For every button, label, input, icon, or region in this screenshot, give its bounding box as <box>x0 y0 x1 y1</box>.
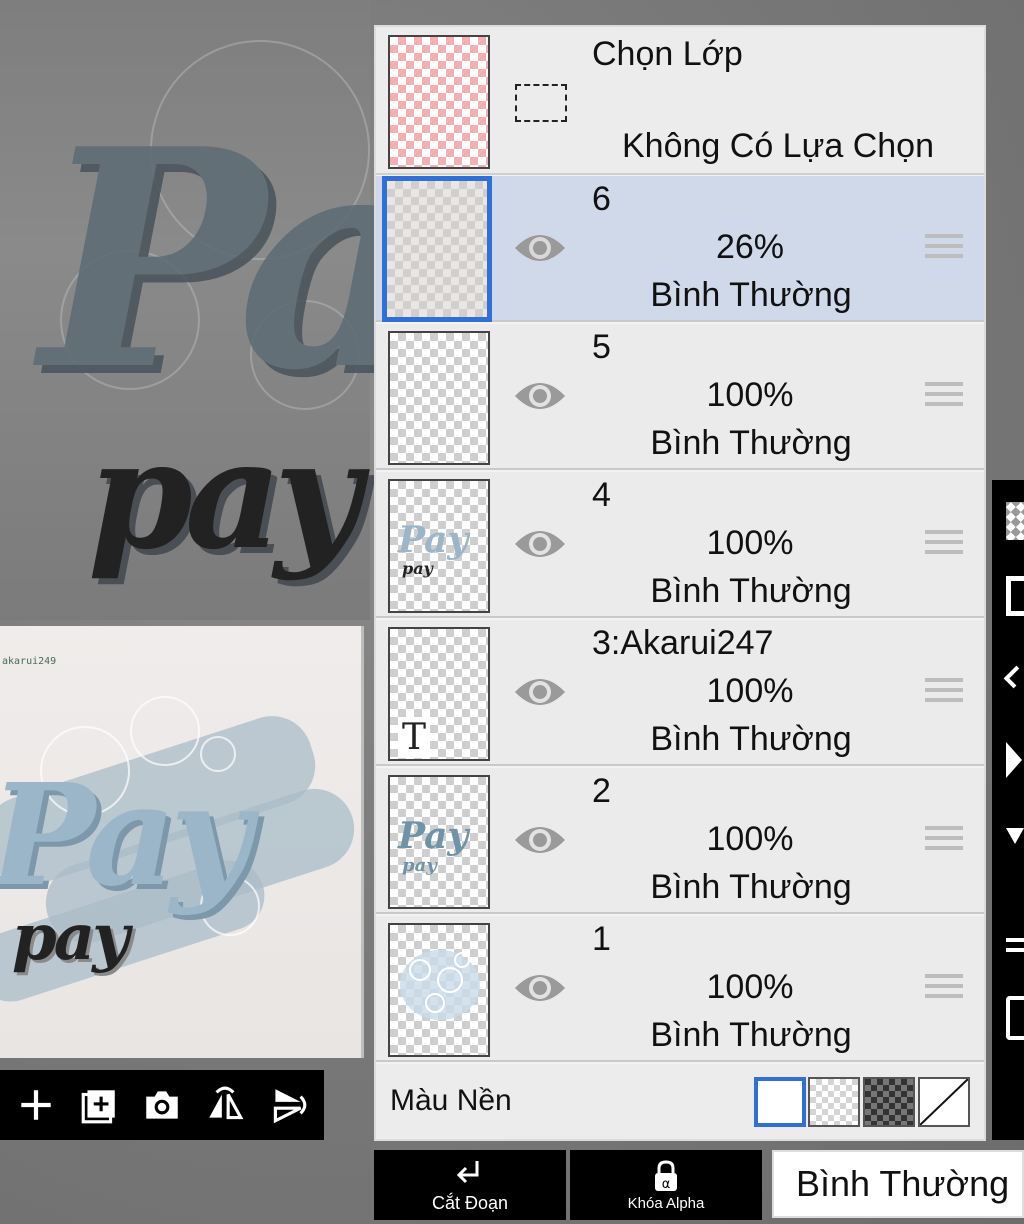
layer-blend-mode: Bình Thường <box>650 868 852 906</box>
swatch-transparent[interactable] <box>808 1077 860 1127</box>
layer-blend-mode: Bình Thường <box>650 276 852 314</box>
add-icon[interactable] <box>8 1077 64 1133</box>
swatch-white[interactable] <box>754 1077 806 1127</box>
layer-row[interactable]: T 3:Akarui247 100% Bình Thường <box>376 620 984 766</box>
eye-icon[interactable] <box>513 376 567 416</box>
layer-row[interactable]: 6 26% Bình Thường <box>376 176 984 322</box>
layer-opacity: 100% <box>706 524 794 562</box>
layer-opacity: 100% <box>706 672 794 710</box>
thumbnail-text-large: Pay <box>398 519 469 561</box>
drag-handle-icon[interactable] <box>925 974 963 1004</box>
swatch-dark-checker[interactable] <box>863 1077 915 1127</box>
eye-icon[interactable] <box>513 672 567 712</box>
layer-blend-mode: Bình Thường <box>650 424 852 462</box>
flip-horizontal-icon[interactable] <box>197 1077 253 1133</box>
blend-mode-select[interactable]: Bình Thường <box>772 1150 1024 1218</box>
swap-icon[interactable] <box>1006 576 1024 616</box>
text-layer-glyph: T <box>398 717 431 758</box>
layer-thumbnail: Pay pay <box>388 479 490 613</box>
drag-handle-icon[interactable] <box>925 234 963 264</box>
layer-opacity: 100% <box>706 968 794 1006</box>
flip-vertical-icon[interactable] <box>260 1077 316 1133</box>
layer-row[interactable]: Pay pay 4 100% Bình Thường <box>376 472 984 618</box>
layer-name: 4 <box>592 476 611 514</box>
preview-toolbar <box>0 1070 324 1140</box>
thumbnail-text-large: Pay <box>398 815 469 857</box>
selection-layer-row[interactable]: Chọn Lớp Không Có Lựa Chọn <box>376 27 984 175</box>
diagonal-slash-icon <box>919 1078 969 1126</box>
camera-icon[interactable] <box>134 1077 190 1133</box>
layer-row[interactable]: 1 100% Bình Thường <box>376 916 984 1062</box>
selection-title: Chọn Lớp <box>592 35 743 73</box>
eye-icon[interactable] <box>513 968 567 1008</box>
preview-artwork-small: pay <box>12 900 129 975</box>
preview-artwork-large: Pay <box>0 754 252 918</box>
thumbnail-text-small: pay <box>402 855 437 876</box>
background-color-row: Màu Nền <box>376 1064 984 1139</box>
layer-thumbnail <box>388 923 490 1057</box>
drag-handle-icon[interactable] <box>925 530 963 560</box>
merge-down-icon[interactable] <box>1006 938 1024 952</box>
drag-handle-icon[interactable] <box>925 826 963 856</box>
right-tool-strip <box>992 480 1024 1140</box>
bubbles-thumbnail-art <box>400 950 480 1020</box>
eye-icon[interactable] <box>513 820 567 860</box>
clip-label: Cắt Đoạn <box>431 1192 509 1213</box>
layer-name: 2 <box>592 772 611 810</box>
layer-thumbnail: T <box>388 627 490 761</box>
background-color-label: Màu Nền <box>390 1084 512 1117</box>
canvas-artwork-small: pay <box>88 407 361 583</box>
layer-opacity: 100% <box>706 820 794 858</box>
canvas-preview[interactable]: akarui249 Pay pay <box>0 626 364 1058</box>
swatch-none[interactable] <box>918 1077 970 1127</box>
layer-thumbnail <box>382 176 492 322</box>
clip-button[interactable]: Cắt Đoạn <box>374 1150 566 1220</box>
svg-text:α: α <box>662 1177 671 1192</box>
transparency-tool-icon[interactable] <box>1006 502 1024 540</box>
layer-thumbnail <box>388 331 490 465</box>
eye-icon[interactable] <box>513 524 567 564</box>
eye-icon[interactable] <box>513 228 567 268</box>
lock-icon: α <box>655 1159 677 1192</box>
thumbnail-text-small: pay <box>402 559 433 578</box>
layer-name: 3:Akarui247 <box>592 624 774 662</box>
layer-thumbnail: Pay pay <box>388 775 490 909</box>
layer-name: 6 <box>592 180 611 218</box>
add-layer-icon[interactable] <box>71 1077 127 1133</box>
layer-blend-mode: Bình Thường <box>650 1016 852 1054</box>
flip-horizontal-tool-icon[interactable] <box>1006 742 1024 778</box>
layer-opacity: 100% <box>706 376 794 414</box>
layer-row[interactable]: Pay pay 2 100% Bình Thường <box>376 768 984 914</box>
layer-row[interactable]: 5 100% Bình Thường <box>376 324 984 470</box>
layer-name: 5 <box>592 328 611 366</box>
clip-arrow-icon <box>456 1160 479 1183</box>
selection-status: Không Có Lựa Chọn <box>622 127 934 165</box>
selection-rect-icon <box>515 84 567 122</box>
layer-name: 1 <box>592 920 611 958</box>
layer-panel: Chọn Lớp Không Có Lựa Chọn 6 26% Bình Th… <box>374 25 986 1141</box>
layer-blend-mode: Bình Thường <box>650 572 852 610</box>
alpha-lock-button[interactable]: α Khóa Alpha <box>570 1150 762 1220</box>
drag-handle-icon[interactable] <box>925 382 963 412</box>
layer-opacity: 26% <box>715 228 785 266</box>
drag-handle-icon[interactable] <box>925 678 963 708</box>
selection-thumbnail <box>388 35 490 169</box>
layer-blend-mode: Bình Thường <box>650 720 852 758</box>
trash-icon[interactable] <box>1006 996 1024 1040</box>
arrow-left-icon[interactable] <box>1003 665 1024 689</box>
preview-credit-text: akarui249 <box>2 656 57 667</box>
alpha-lock-label: Khóa Alpha <box>627 1194 705 1212</box>
flip-vertical-tool-icon[interactable] <box>1006 828 1024 844</box>
